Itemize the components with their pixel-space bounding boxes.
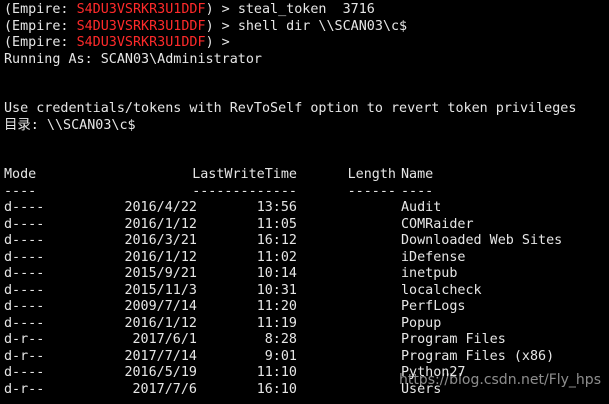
row-time: 16:10: [256, 381, 297, 397]
row-date: 2016/1/12: [124, 249, 197, 265]
row-date: 2015/11/3: [124, 282, 197, 298]
row-name: iDefense: [401, 249, 466, 265]
separator-length: ------: [347, 183, 396, 199]
header-length: Length: [347, 167, 396, 182]
row-date: 2016/3/21: [124, 233, 197, 248]
separator-mode: ----: [4, 183, 37, 199]
row-name: Audit: [401, 200, 442, 215]
table-row: d---- 2009/7/14 11:20 PerfLogs: [4, 299, 609, 316]
row-time: 11:10: [256, 365, 297, 380]
row-mode: d-r--: [4, 332, 45, 347]
header-mode: Mode: [4, 167, 37, 182]
row-mode: d----: [4, 249, 45, 265]
running-as-line: Running As: SCAN03\Administrator: [4, 51, 262, 67]
prompt-suffix: ) >: [205, 35, 238, 50]
row-date: 2016/5/19: [124, 365, 197, 380]
row-date: 2016/4/22: [124, 200, 197, 215]
prompt-prefix: (Empire:: [4, 2, 77, 17]
prompt-suffix: ) >: [205, 2, 238, 17]
row-date: 2016/1/12: [124, 216, 197, 232]
row-name: Program Files (x86): [401, 348, 555, 364]
row-name: Downloaded Web Sites: [401, 233, 563, 248]
row-time: 11:05: [256, 216, 297, 232]
prompt-suffix: ) >: [205, 18, 238, 34]
row-mode: d----: [4, 282, 45, 298]
row-mode: d----: [4, 315, 45, 331]
listing-rows: d---- 2016/4/22 13:56 Audit d---- 2016/1/12 11…: [4, 200, 609, 398]
session-id: S4DU3VSRKR3U1DDF: [76, 18, 206, 34]
prompt-line: (Empire: S4DU3VSRKR3U1DDF) >: [4, 35, 609, 52]
watermark: https://blog.csdn.net/Fly_hps: [398, 372, 601, 388]
row-date: 2017/6/1: [132, 332, 198, 347]
header-last-write-time: LastWriteTime: [192, 167, 297, 182]
row-name: localcheck: [401, 282, 482, 298]
row-time: 11:19: [256, 315, 297, 331]
row-date: 2017/7/14: [124, 348, 197, 364]
row-name: Popup: [401, 315, 442, 331]
table-row: d-r-- 2017/7/14 9:01 Program Files (x86): [4, 349, 609, 366]
prompt-line: (Empire: S4DU3VSRKR3U1DDF) > shell dir \…: [4, 19, 609, 36]
row-time: 16:12: [256, 233, 297, 248]
row-name: COMRaider: [401, 216, 474, 232]
separator-last-write-time: -------------: [192, 183, 297, 199]
row-time: 9:01: [264, 348, 297, 364]
directory-label: 目录: \\SCAN03\c$: [4, 117, 136, 133]
listing-header: Mode LastWriteTime Length Name: [4, 167, 609, 184]
row-time: 13:56: [256, 200, 297, 215]
table-row: d---- 2016/1/12 11:05 COMRaider: [4, 217, 609, 234]
listing-separator: ---- ------------- ------ ----: [4, 184, 609, 201]
separator-name: ----: [401, 183, 434, 199]
table-row: d---- 2016/1/12 11:02 iDefense: [4, 250, 609, 267]
row-time: 11:02: [256, 249, 297, 265]
table-row: d---- 2016/4/22 13:56 Audit: [4, 200, 609, 217]
table-row: d---- 2016/3/21 16:12 Downloaded Web Sites: [4, 233, 609, 250]
directory-listing: Mode LastWriteTime Length Name ---- ----…: [4, 167, 609, 398]
row-time: 10:31: [256, 282, 297, 298]
row-time: 10:14: [256, 266, 297, 281]
row-date: 2017/7/6: [132, 381, 198, 397]
row-mode: d----: [4, 216, 45, 232]
terminal-output[interactable]: (Empire: S4DU3VSRKR3U1DDF) > steal_token…: [4, 2, 609, 404]
row-date: 2009/7/14: [124, 299, 197, 314]
table-row: d---- 2016/1/12 11:19 Popup: [4, 316, 609, 333]
revtoself-note: Use credentials/tokens with RevToSelf op…: [4, 101, 577, 116]
table-row: d-r-- 2017/6/1 8:28 Program Files: [4, 332, 609, 349]
row-mode: d----: [4, 200, 45, 215]
row-time: 11:20: [256, 299, 297, 314]
row-date: 2015/9/21: [124, 266, 197, 281]
row-mode: d----: [4, 365, 45, 380]
row-mode: d----: [4, 299, 45, 314]
header-name: Name: [401, 167, 434, 182]
table-row: d---- 2015/9/21 10:14 inetpub: [4, 266, 609, 283]
command-text: shell dir \\SCAN03\c$: [237, 18, 408, 34]
prompt-prefix: (Empire:: [4, 18, 77, 34]
row-mode: d----: [4, 266, 45, 281]
prompt-prefix: (Empire:: [4, 35, 77, 50]
prompt-line: (Empire: S4DU3VSRKR3U1DDF) > steal_token…: [4, 2, 609, 19]
table-row: d---- 2015/11/3 10:31 localcheck: [4, 283, 609, 300]
row-name: inetpub: [401, 266, 458, 281]
row-name: Program Files: [401, 332, 506, 347]
row-time: 8:28: [264, 332, 297, 347]
row-name: PerfLogs: [401, 299, 466, 314]
row-date: 2016/1/12: [124, 315, 197, 331]
session-id: S4DU3VSRKR3U1DDF: [76, 35, 206, 50]
row-mode: d-r--: [4, 348, 45, 364]
row-mode: d----: [4, 233, 45, 248]
command-text: steal_token 3716: [237, 2, 375, 17]
session-id: S4DU3VSRKR3U1DDF: [76, 2, 206, 17]
row-mode: d-r--: [4, 381, 45, 397]
